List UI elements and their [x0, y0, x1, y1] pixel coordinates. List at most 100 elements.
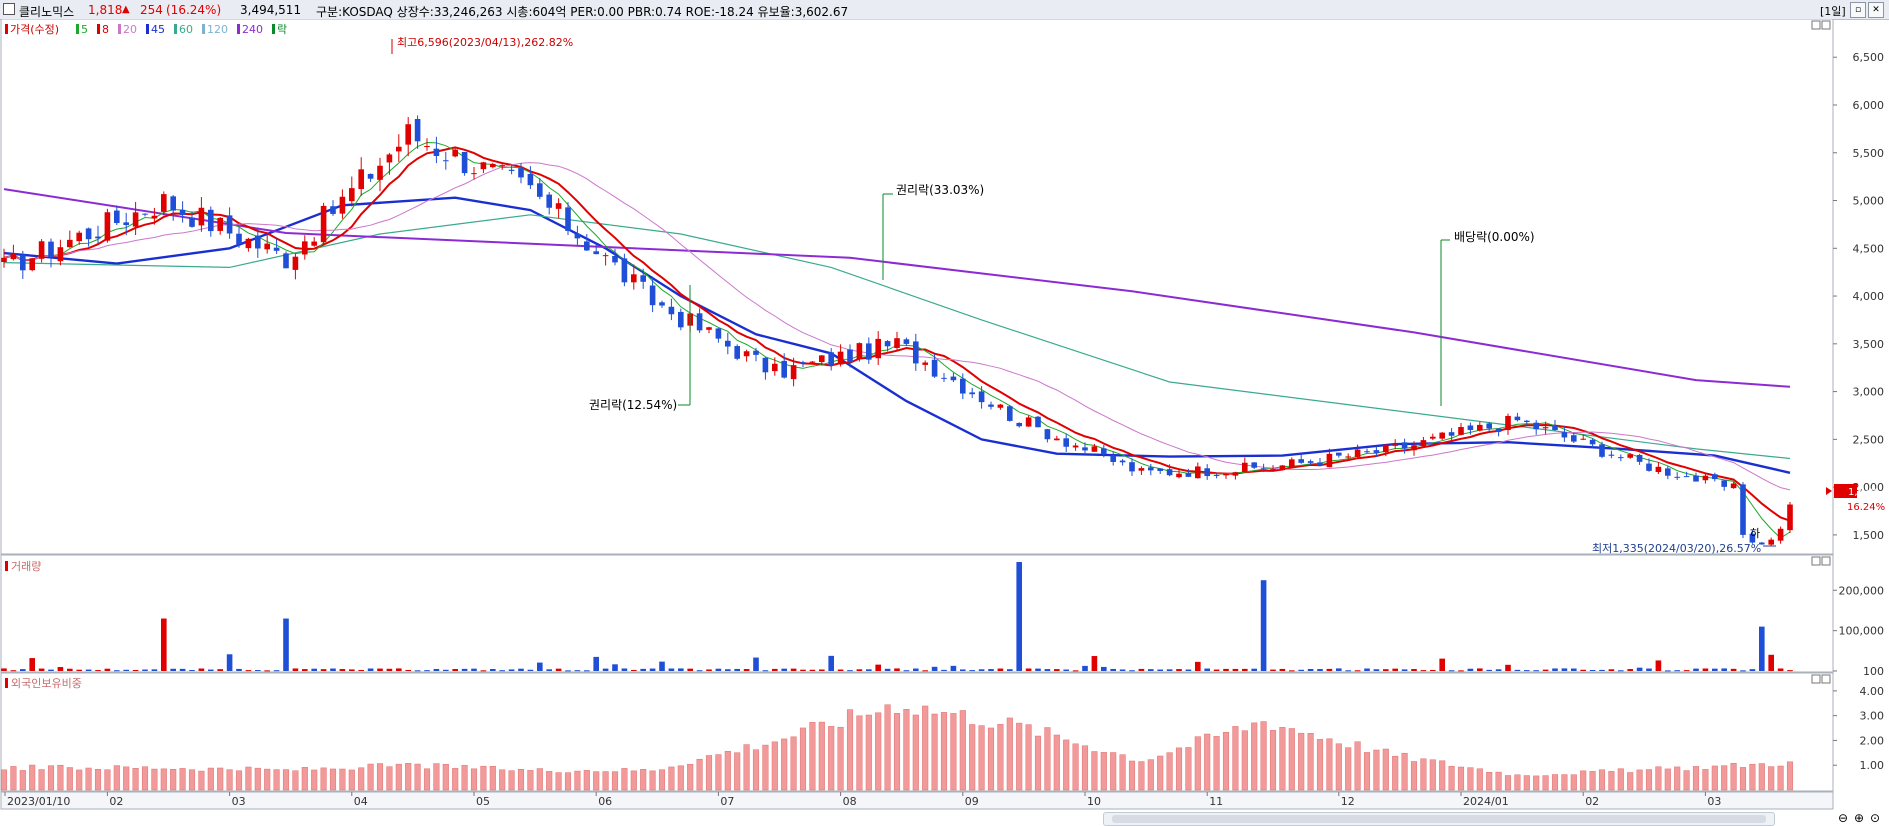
volume-bar: [113, 670, 120, 672]
legend-item-4: 60: [179, 23, 193, 36]
foreign-ratio-bar: [254, 767, 261, 791]
candle-body: [1307, 461, 1314, 463]
volume-bar: [1119, 669, 1126, 671]
candle-body: [424, 146, 430, 148]
volume-bar: [461, 668, 468, 671]
legend-swatch-5: [202, 24, 205, 34]
foreign-ratio-bar: [38, 769, 45, 791]
foreign-ratio-bar: [1739, 767, 1747, 791]
volume-bar: [1, 668, 7, 671]
foreign-ratio-bar: [348, 769, 355, 791]
candle-body: [1740, 484, 1746, 535]
last-price-change: 16.24%: [1847, 502, 1885, 513]
volume-bar: [1270, 669, 1276, 671]
foreign-ratio-bar: [790, 736, 797, 791]
candle-body: [696, 313, 703, 331]
foreign-ratio-bar: [1777, 765, 1784, 791]
volume-bar: [1589, 669, 1596, 671]
foreign-ratio-bar: [452, 768, 459, 791]
zoom-in-icon[interactable]: ⊕: [1854, 811, 1864, 825]
foreign-tick-label: 1.00: [1860, 759, 1885, 772]
volume-bar: [1758, 626, 1765, 671]
annotation-dividend-label: 배당락(0.00%): [1454, 230, 1535, 244]
volume-bar: [245, 670, 252, 672]
foreign-ratio-bar: [715, 754, 722, 791]
volume-bar: [480, 670, 487, 672]
foreign-ratio-bar: [1495, 771, 1502, 791]
foreign-ratio-bar: [583, 770, 590, 791]
foreign-ratio-bar: [611, 771, 619, 791]
candle-body: [330, 206, 336, 214]
x-axis-strip: [0, 791, 1834, 810]
foreign-ratio-bar: [311, 769, 318, 791]
volume-bar: [76, 669, 83, 671]
candle-body: [1458, 427, 1464, 435]
volume-bar: [1138, 668, 1145, 671]
foreign-ratio-bar: [546, 771, 553, 791]
volume-bar: [1317, 669, 1323, 671]
foreign-ratio-bar: [1692, 766, 1700, 791]
volume-bar: [659, 661, 665, 671]
period-selector[interactable]: [1일]: [1820, 3, 1846, 19]
legend-item-7: 락: [277, 23, 287, 36]
volume-bar: [489, 668, 496, 671]
horizontal-scrollbar[interactable]: [1103, 812, 1775, 826]
foreign-ratio-bar: [433, 763, 440, 791]
candle-body: [320, 205, 327, 243]
price-tick-label: 4,500: [1853, 242, 1885, 255]
foreign-ratio-bar: [1467, 767, 1474, 791]
volume-bar: [1307, 668, 1314, 671]
volume-bar: [499, 670, 506, 672]
foreign-ratio-bar: [282, 769, 290, 791]
candle-body: [1072, 445, 1079, 448]
volume-bar: [1411, 669, 1417, 671]
foreign-ratio-bar: [217, 767, 224, 791]
foreign-ratio-bar: [1326, 738, 1333, 791]
candle-body: [1693, 475, 1699, 482]
zoom-reset-icon[interactable]: ⊙: [1870, 811, 1880, 825]
candle-body: [1561, 432, 1568, 438]
foreign-ratio-bar: [1194, 736, 1201, 791]
candle-body: [1711, 474, 1718, 480]
foreign-ratio-bar: [527, 770, 534, 791]
volume-bar: [837, 669, 844, 671]
candle-body: [461, 152, 468, 174]
foreign-ratio-bar: [226, 769, 233, 791]
candle-body: [527, 173, 534, 186]
candle-body: [1429, 436, 1436, 439]
foreign-ratio-bar: [1288, 728, 1295, 791]
volume-bar: [471, 668, 477, 671]
foreign-ratio-bar: [1345, 747, 1352, 791]
candle-body: [123, 222, 130, 226]
foreign-ratio-bar: [668, 766, 675, 791]
candle-body: [612, 255, 618, 263]
close-window-button[interactable]: ✕: [1868, 2, 1884, 18]
foreign-ratio-bar: [151, 768, 158, 791]
candle-body: [1176, 473, 1182, 478]
volume-bar: [57, 667, 64, 671]
volume-bar: [1260, 580, 1267, 671]
volume-bar: [189, 670, 195, 672]
candle-body: [781, 360, 788, 378]
volume-bar: [1711, 668, 1718, 671]
foreign-ratio-bar: [29, 764, 36, 791]
candle-body: [818, 355, 825, 363]
volume-bar: [1016, 562, 1023, 671]
foreign-ratio-bar: [461, 765, 468, 791]
zoom-out-icon[interactable]: ⊖: [1838, 811, 1848, 825]
candle-body: [226, 215, 233, 234]
volume-bar: [1354, 670, 1361, 672]
foreign-ratio-bar: [799, 727, 807, 791]
window-checkbox-icon[interactable]: [3, 3, 15, 15]
foreign-ratio-bar: [1279, 727, 1286, 791]
legend-swatch-3: [146, 24, 149, 34]
restore-window-button[interactable]: ▫: [1850, 2, 1866, 18]
candle-body: [245, 238, 252, 249]
candle-body: [828, 352, 835, 366]
scrollbar-thumb[interactable]: [1112, 815, 1766, 823]
volume-bar: [132, 669, 139, 671]
foreign-ratio-bar: [1175, 747, 1183, 791]
foreign-ratio-bar: [470, 768, 478, 791]
volume-bar: [1382, 669, 1389, 671]
foreign-ratio-bar: [555, 772, 562, 791]
